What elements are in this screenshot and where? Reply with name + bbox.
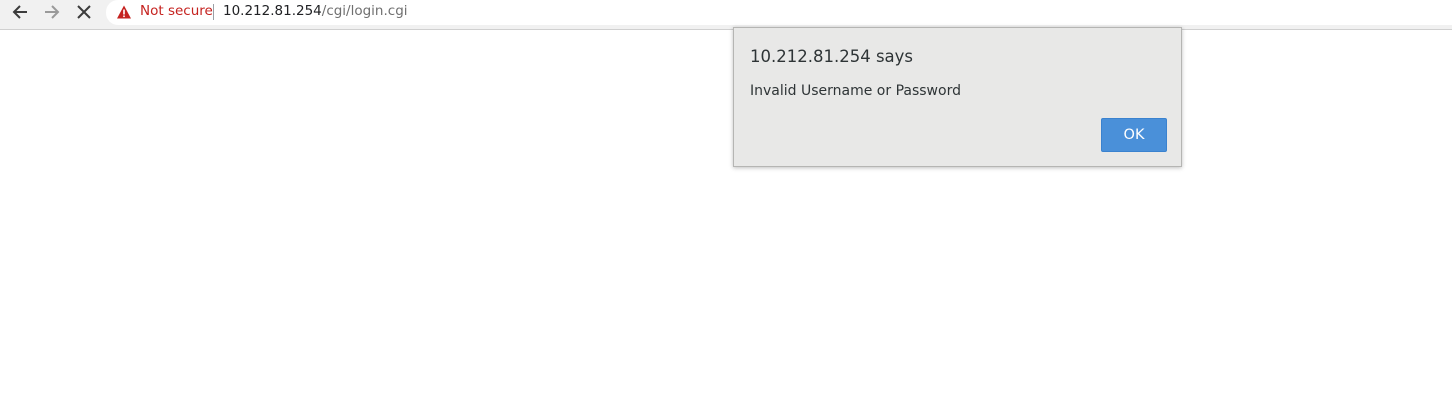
browser-toolbar: Not secure 10.212.81.254/cgi/login.cgi [0, 0, 1452, 30]
dialog-title: 10.212.81.254 says [750, 47, 914, 66]
url-path: /cgi/login.cgi [321, 3, 408, 19]
back-button[interactable] [8, 1, 32, 23]
forward-button[interactable] [40, 1, 64, 23]
address-bar[interactable]: Not secure 10.212.81.254/cgi/login.cgi [106, 0, 1452, 25]
url-host: 10.212.81.254 [223, 3, 322, 19]
alert-dialog: 10.212.81.254 says Invalid Username or P… [733, 27, 1182, 167]
close-icon [77, 5, 91, 19]
url-separator [213, 4, 214, 20]
arrow-left-icon [12, 5, 27, 19]
dialog-message: Invalid Username or Password [750, 83, 961, 99]
ok-button[interactable]: OK [1101, 118, 1167, 152]
warning-triangle-icon [117, 5, 131, 19]
arrow-right-icon [45, 5, 60, 19]
not-secure-label[interactable]: Not secure [140, 3, 213, 19]
url-text[interactable]: 10.212.81.254/cgi/login.cgi [223, 3, 408, 19]
stop-button[interactable] [72, 1, 96, 23]
